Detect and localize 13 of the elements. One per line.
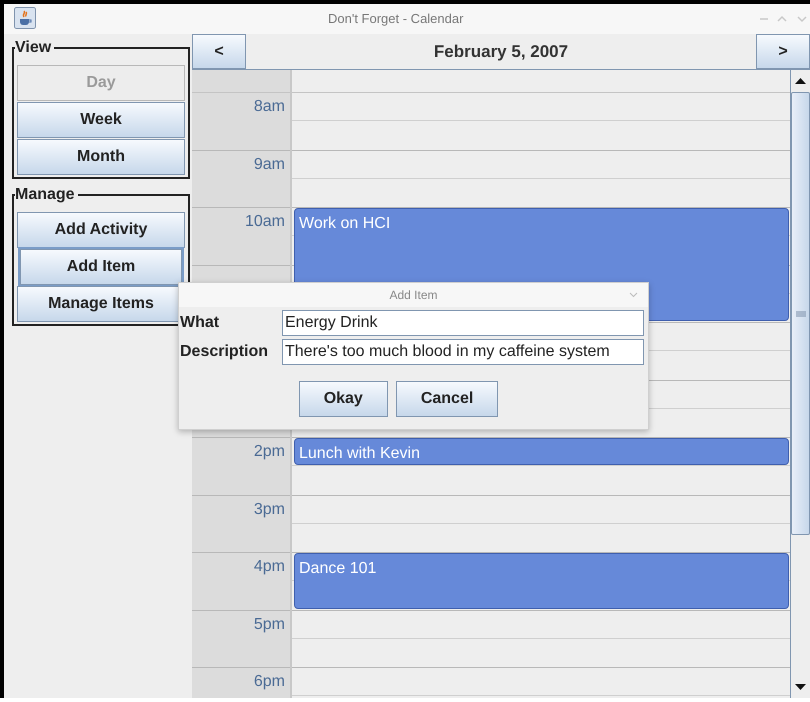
hour-label: 6pm [254,673,285,691]
window-title: Don't Forget - Calendar [328,10,464,28]
group-title: Manage [15,185,78,205]
hour-label: 3pm [254,500,285,518]
hour-label: 4pm [254,558,285,576]
dialog-title: Add Item [389,287,438,304]
hour-label: 5pm [254,616,285,634]
hour-label: 2pm [254,443,285,461]
field-label: Description [180,342,270,362]
date-heading: February 5, 2007 [432,40,570,63]
hour-label: 9am [254,156,285,174]
hour-label: 10am [244,213,285,231]
hour-label: 8am [254,98,285,116]
